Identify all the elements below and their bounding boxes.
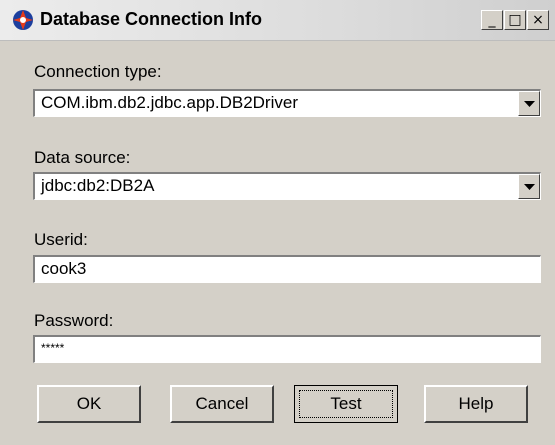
ok-button[interactable]: OK: [37, 385, 141, 423]
cancel-button[interactable]: Cancel: [170, 385, 274, 423]
data-source-dropdown-button[interactable]: [518, 174, 540, 199]
userid-input[interactable]: cook3: [33, 255, 541, 283]
maximize-button[interactable]: □: [504, 10, 526, 30]
userid-value: cook3: [41, 259, 87, 278]
test-button[interactable]: Test: [294, 385, 398, 423]
close-button[interactable]: ×: [527, 10, 549, 30]
connection-type-dropdown-button[interactable]: [518, 91, 540, 116]
data-source-select[interactable]: jdbc:db2:DB2A: [33, 172, 541, 200]
chevron-down-icon: [524, 101, 535, 107]
connection-type-select[interactable]: COM.ibm.db2.jdbc.app.DB2Driver: [33, 89, 541, 117]
password-input[interactable]: *****: [33, 335, 541, 363]
help-button[interactable]: Help: [424, 385, 528, 423]
userid-label: Userid:: [34, 230, 88, 249]
dialog-window: Database Connection Info _ □ × Connectio…: [0, 0, 555, 445]
chevron-down-icon: [524, 184, 535, 190]
test-button-label: Test: [299, 390, 393, 418]
connection-type-label: Connection type:: [34, 62, 162, 81]
connection-type-value: COM.ibm.db2.jdbc.app.DB2Driver: [41, 93, 298, 112]
password-value: *****: [41, 341, 65, 355]
password-label: Password:: [34, 311, 114, 330]
window-title: Database Connection Info: [40, 9, 263, 29]
title-bar[interactable]: Database Connection Info _ □ ×: [0, 0, 555, 41]
data-source-value: jdbc:db2:DB2A: [41, 176, 155, 195]
app-icon[interactable]: [12, 9, 34, 31]
data-source-label: Data source:: [34, 148, 131, 167]
minimize-button[interactable]: _: [481, 10, 503, 30]
